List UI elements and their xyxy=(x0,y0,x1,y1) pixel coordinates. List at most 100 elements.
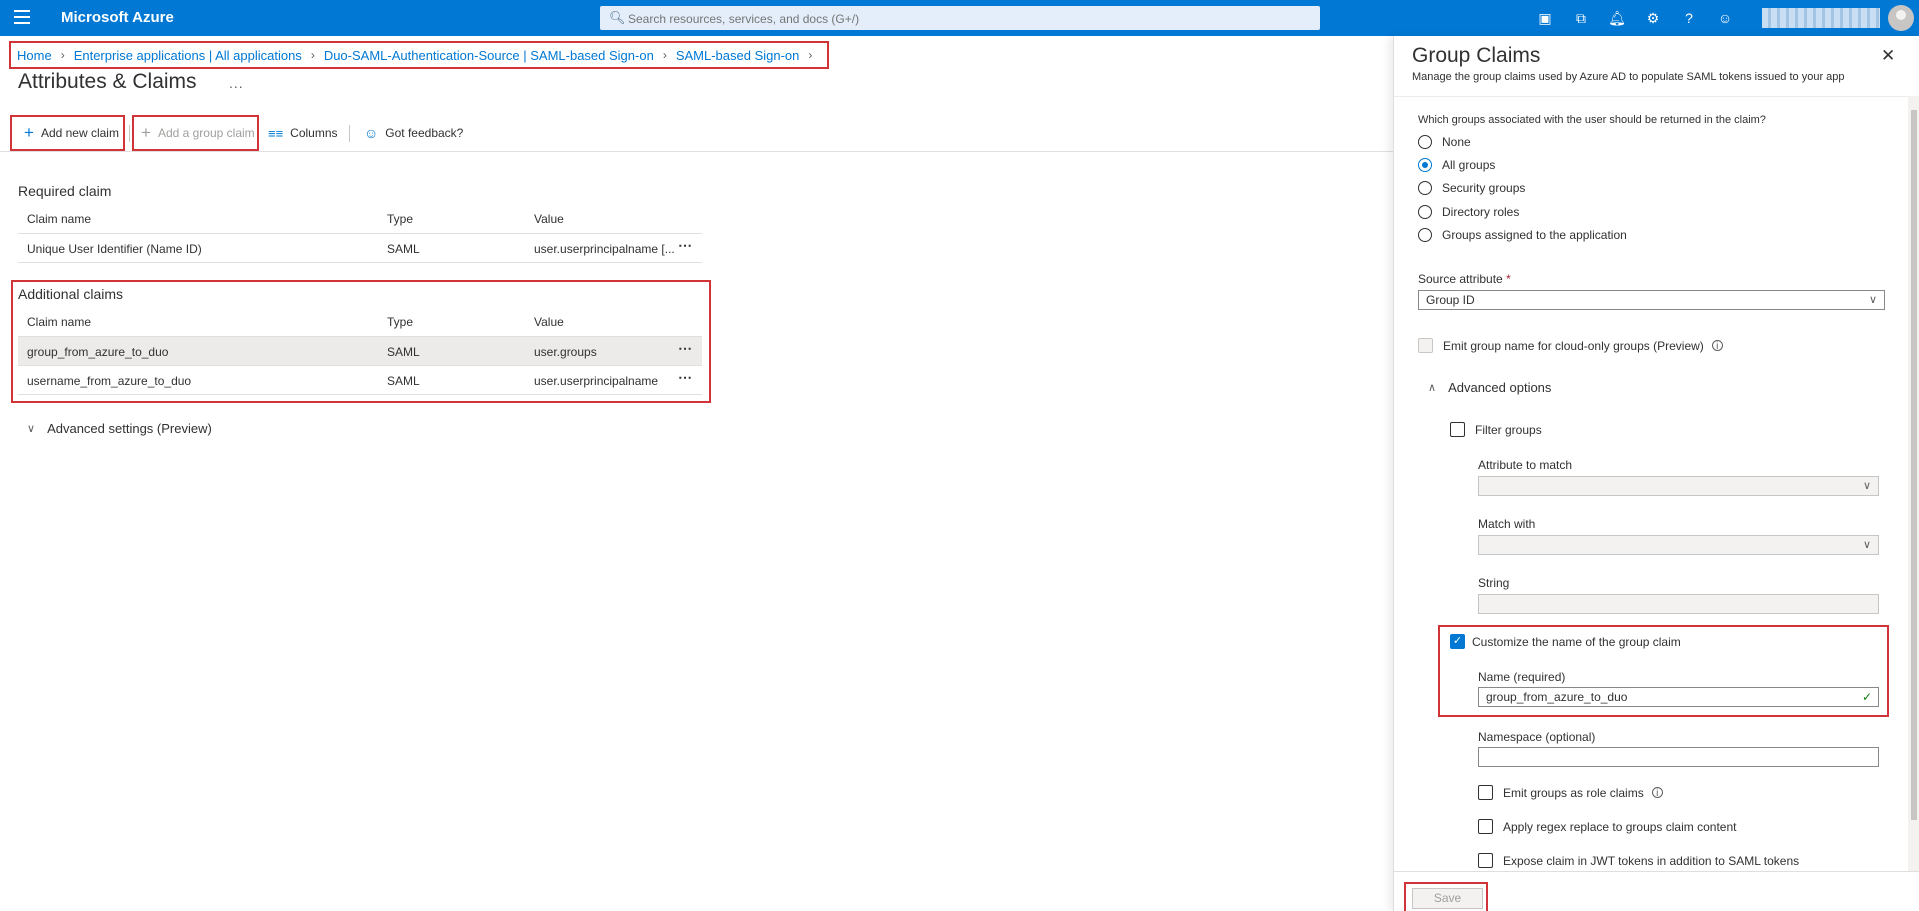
regex-replace-checkbox[interactable] xyxy=(1478,819,1493,834)
regex-replace-option[interactable]: Apply regex replace to groups claim cont… xyxy=(1478,819,1736,834)
help-icon[interactable]: ? xyxy=(1679,8,1699,28)
expose-jwt-option[interactable]: Expose claim in JWT tokens in addition t… xyxy=(1478,853,1799,868)
radio-all-groups[interactable]: All groups xyxy=(1418,158,1495,172)
column-header-value[interactable]: Value xyxy=(534,315,564,329)
attribute-to-match-label: Attribute to match xyxy=(1478,458,1573,472)
account-name[interactable] xyxy=(1762,8,1880,28)
chevron-up-icon: ∧ xyxy=(1428,382,1437,394)
radio-button[interactable] xyxy=(1418,228,1432,242)
filter-groups-label: Filter groups xyxy=(1475,422,1542,437)
row-more-icon[interactable]: ⋯ xyxy=(678,369,692,386)
customize-name-option[interactable]: ✓ Customize the name of the group claim xyxy=(1450,634,1681,649)
add-group-claim-button[interactable]: + Add a group claim xyxy=(132,115,259,151)
radio-groups-assigned[interactable]: Groups assigned to the application xyxy=(1418,228,1627,242)
panel-footer-divider xyxy=(1394,871,1919,872)
search-input[interactable] xyxy=(626,6,1310,32)
radio-security-groups[interactable]: Security groups xyxy=(1418,181,1525,195)
namespace-label: Namespace (optional) xyxy=(1478,730,1596,744)
bell-icon[interactable]: 🔔︎ xyxy=(1607,8,1627,28)
emit-as-role-label: Emit groups as role claims xyxy=(1503,785,1644,800)
namespace-input[interactable] xyxy=(1478,747,1879,767)
customize-name-label: Customize the name of the group claim xyxy=(1472,634,1681,649)
brand-title[interactable]: Microsoft Azure xyxy=(61,9,174,26)
columns-button[interactable]: ≡≡ Columns xyxy=(268,115,338,151)
columns-label: Columns xyxy=(290,126,338,140)
hamburger-menu-icon[interactable] xyxy=(14,10,30,24)
table-row[interactable]: group_from_azure_to_duo SAML user.groups… xyxy=(18,337,702,365)
save-button[interactable]: Save xyxy=(1412,888,1483,909)
feedback-icon: ☺ xyxy=(364,125,379,141)
row-more-icon[interactable]: ⋯ xyxy=(678,237,692,254)
emit-as-role-checkbox[interactable] xyxy=(1478,785,1493,800)
breadcrumb-enterprise-apps[interactable]: Enterprise applications | All applicatio… xyxy=(74,48,302,63)
required-claim-title: Required claim xyxy=(18,183,112,199)
customize-name-checkbox[interactable]: ✓ xyxy=(1450,634,1465,649)
panel-scrollbar[interactable] xyxy=(1908,96,1919,871)
claim-value-cell: user.userprincipalname xyxy=(534,374,659,388)
emit-as-role-option[interactable]: Emit groups as role claims i xyxy=(1478,785,1663,800)
radio-button[interactable] xyxy=(1418,135,1432,149)
radio-none[interactable]: None xyxy=(1418,135,1471,149)
radio-label: Groups assigned to the application xyxy=(1442,228,1627,242)
filter-groups-option[interactable]: Filter groups xyxy=(1450,422,1542,437)
radio-button[interactable] xyxy=(1418,181,1432,195)
emit-group-name-checkbox[interactable] xyxy=(1418,338,1433,353)
close-icon[interactable]: ✕ xyxy=(1881,46,1895,66)
advanced-settings-label: Advanced settings (Preview) xyxy=(47,421,212,436)
expose-jwt-label: Expose claim in JWT tokens in addition t… xyxy=(1503,853,1800,868)
row-divider xyxy=(18,394,702,395)
feedback-button[interactable]: ☺ Got feedback? xyxy=(364,115,463,151)
info-icon[interactable]: i xyxy=(1711,340,1723,352)
row-divider xyxy=(18,262,702,263)
feedback-icon[interactable]: ☺ xyxy=(1715,8,1735,28)
directory-filter-icon[interactable]: ⧉ xyxy=(1571,8,1591,28)
radio-button[interactable] xyxy=(1418,158,1432,172)
breadcrumb-home[interactable]: Home xyxy=(17,48,52,63)
filter-groups-checkbox[interactable] xyxy=(1450,422,1465,437)
claim-name-cell: group_from_azure_to_duo xyxy=(27,345,169,359)
column-header-claim-name[interactable]: Claim name xyxy=(27,315,91,329)
match-with-dropdown[interactable]: ∨ xyxy=(1478,535,1879,555)
emit-group-name-option[interactable]: Emit group name for cloud-only groups (P… xyxy=(1418,338,1723,353)
column-header-claim-name[interactable]: Claim name xyxy=(27,212,91,226)
panel-subtitle: Manage the group claims used by Azure AD… xyxy=(1412,71,1845,83)
more-options-icon[interactable]: ... xyxy=(229,75,244,91)
chevron-right-icon: › xyxy=(60,48,65,62)
add-new-claim-button[interactable]: + Add new claim xyxy=(10,115,125,151)
advanced-settings-toggle[interactable]: ∨ Advanced settings (Preview) xyxy=(27,421,212,436)
breadcrumb-app[interactable]: Duo-SAML-Authentication-Source | SAML-ba… xyxy=(324,48,654,63)
claim-value-cell: user.userprincipalname [... xyxy=(534,242,675,256)
column-header-type[interactable]: Type xyxy=(387,315,413,329)
source-attribute-dropdown[interactable]: Group ID ∨ xyxy=(1418,290,1885,310)
table-row[interactable]: Unique User Identifier (Name ID) SAML us… xyxy=(18,234,702,262)
panel-header-divider xyxy=(1394,96,1919,97)
name-required-input[interactable]: group_from_azure_to_duo ✓ xyxy=(1478,687,1879,707)
string-input[interactable] xyxy=(1478,594,1879,614)
radio-label: None xyxy=(1442,135,1471,149)
info-icon[interactable]: i xyxy=(1651,787,1663,799)
column-header-value[interactable]: Value xyxy=(534,212,564,226)
claim-type-cell: SAML xyxy=(387,345,420,359)
advanced-options-toggle[interactable]: ∧ Advanced options xyxy=(1428,380,1551,395)
table-row[interactable]: username_from_azure_to_duo SAML user.use… xyxy=(18,366,702,394)
group-claims-panel: Group Claims Manage the group claims use… xyxy=(1393,36,1919,911)
radio-directory-roles[interactable]: Directory roles xyxy=(1418,205,1519,219)
chevron-down-icon: ∨ xyxy=(1862,480,1871,492)
claim-type-cell: SAML xyxy=(387,242,420,256)
radio-label: Security groups xyxy=(1442,181,1526,195)
plus-icon: + xyxy=(24,123,34,142)
gear-icon[interactable]: ⚙ xyxy=(1643,8,1663,28)
row-more-icon[interactable]: ⋯ xyxy=(678,340,692,357)
breadcrumb-saml-sign-on[interactable]: SAML-based Sign-on xyxy=(676,48,800,63)
cloud-shell-icon[interactable]: ▣ xyxy=(1535,8,1555,28)
claim-value-cell: user.groups xyxy=(534,345,597,359)
toolbar-separator xyxy=(349,125,350,142)
radio-button[interactable] xyxy=(1418,205,1432,219)
expose-jwt-checkbox[interactable] xyxy=(1478,853,1493,868)
add-new-claim-label: Add new claim xyxy=(40,126,119,140)
attribute-to-match-dropdown[interactable]: ∨ xyxy=(1478,476,1879,496)
scrollbar-thumb[interactable] xyxy=(1911,110,1917,820)
avatar[interactable] xyxy=(1888,5,1914,31)
global-search[interactable]: 🔍︎ xyxy=(600,6,1320,32)
column-header-type[interactable]: Type xyxy=(387,212,413,226)
